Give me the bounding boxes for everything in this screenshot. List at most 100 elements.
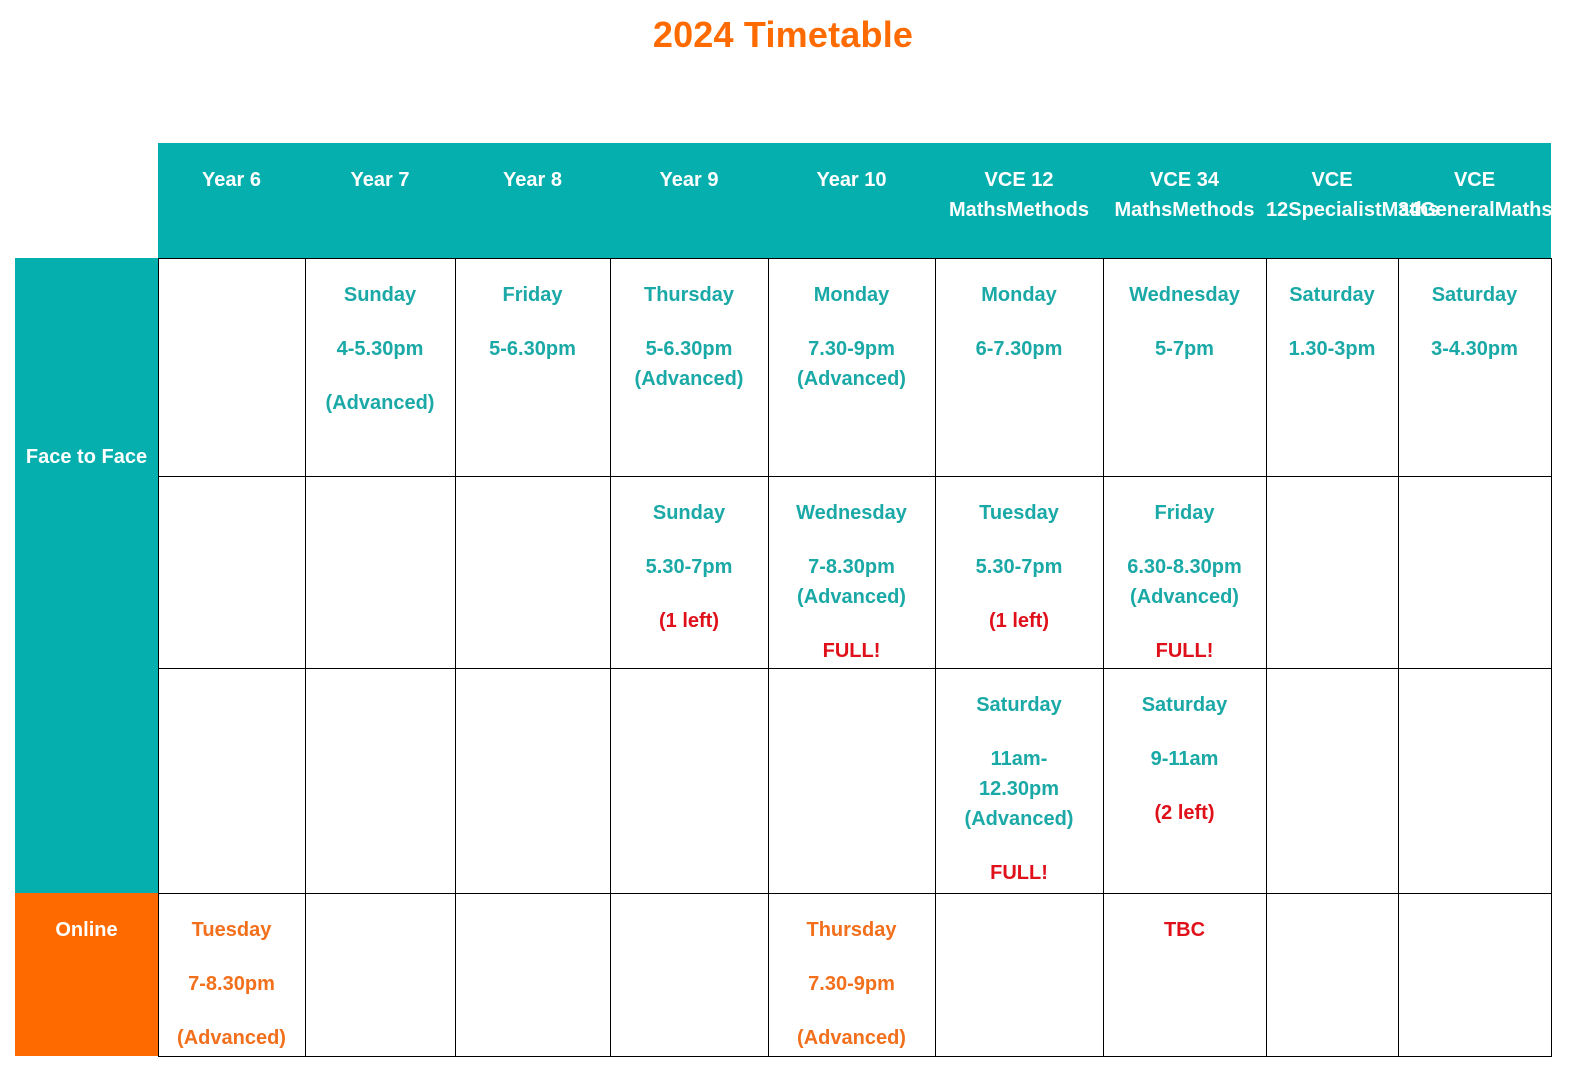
class-time: 11am-	[990, 748, 1048, 770]
empty-slot	[1398, 893, 1551, 1056]
class-day: Thursday	[806, 919, 897, 941]
empty-slot	[935, 893, 1103, 1056]
class-day: Tuesday	[979, 502, 1059, 524]
class-level: (Advanced)	[634, 368, 744, 390]
class-slot: Saturday 11am- 12.30pm (Advanced) FULL!	[935, 668, 1103, 893]
column-header: VCE 34 MathsMethods	[1103, 143, 1266, 258]
class-day: Friday	[502, 284, 563, 306]
class-time: 7.30-9pm	[808, 338, 895, 360]
column-header-line: Methods	[1006, 199, 1089, 221]
empty-slot	[158, 258, 305, 476]
class-day: Saturday	[1141, 694, 1228, 716]
section-label-line: Online	[55, 919, 118, 941]
availability-status: FULL!	[1155, 640, 1214, 662]
availability-status: TBC	[1163, 919, 1206, 941]
column-header-line: Maths	[1494, 199, 1553, 221]
empty-slot	[768, 668, 935, 893]
column-header: Year 6	[158, 143, 305, 258]
column-header-line: Methods	[1172, 199, 1255, 221]
class-time: 7-8.30pm	[188, 973, 275, 995]
availability-status: FULL!	[822, 640, 881, 662]
class-slot: Sunday 5.30-7pm (1 left)	[610, 476, 768, 668]
availability-status: FULL!	[990, 862, 1048, 884]
class-slot: Thursday 7.30-9pm (Advanced)	[768, 893, 935, 1056]
class-slot: Friday 6.30-8.30pm (Advanced) FULL!	[1103, 476, 1266, 668]
column-header-line: General	[1420, 199, 1495, 221]
availability-status: (1 left)	[989, 610, 1049, 632]
class-time: 7-8.30pm	[808, 556, 895, 578]
availability-status: (1 left)	[659, 610, 719, 632]
class-time: 12.30pm	[978, 778, 1060, 800]
class-time: 5.30-7pm	[645, 556, 733, 578]
empty-slot	[610, 893, 768, 1056]
empty-slot	[305, 893, 455, 1056]
empty-slot	[305, 476, 455, 668]
class-day: Wednesday	[796, 502, 907, 524]
class-slot: Tuesday 7-8.30pm (Advanced)	[158, 893, 305, 1056]
class-slot: Saturday 1.30-3pm	[1266, 258, 1398, 476]
page-title: 2024 Timetable	[652, 14, 914, 55]
empty-slot	[158, 668, 305, 893]
column-header-line: Year 9	[659, 169, 719, 191]
class-time: 6.30-8.30pm	[1127, 556, 1242, 578]
class-day: Sunday	[652, 502, 726, 524]
section-label-line: Face	[101, 446, 148, 468]
column-header-line: Specialist	[1288, 199, 1382, 221]
column-header: VCE 12 MathsMethods	[935, 143, 1103, 258]
class-time: 7.30-9pm	[808, 973, 895, 995]
column-header: VCE 12SpecialistMaths	[1266, 143, 1439, 258]
class-slot: Friday 5-6.30pm	[455, 258, 610, 476]
empty-slot	[455, 476, 610, 668]
empty-slot	[455, 893, 610, 1056]
empty-slot	[1266, 893, 1398, 1056]
column-header-line: Year 8	[503, 169, 562, 191]
column-header-line: Year 10	[816, 169, 887, 191]
class-slot: Monday 6-7.30pm	[935, 258, 1103, 476]
class-level: (Advanced)	[964, 808, 1074, 830]
class-time: 6-7.30pm	[975, 338, 1063, 360]
column-header: Year 7	[305, 143, 455, 258]
empty-slot	[610, 668, 768, 893]
empty-slot	[158, 476, 305, 668]
class-slot: Sunday 4-5.30pm (Advanced)	[305, 258, 455, 476]
class-slot: Saturday 3-4.30pm	[1398, 258, 1551, 476]
class-slot: Monday 7.30-9pm (Advanced)	[768, 258, 935, 476]
class-level: (Advanced)	[1130, 586, 1239, 608]
class-day: Tuesday	[191, 919, 272, 941]
class-time: 3-4.30pm	[1431, 338, 1518, 360]
class-level: (Advanced)	[797, 368, 906, 390]
column-header-line: Year 7	[350, 169, 410, 191]
class-day: Sunday	[343, 284, 417, 306]
class-day: Saturday	[976, 694, 1062, 716]
section-label-line: Face to	[25, 446, 96, 468]
class-time: 5-7pm	[1155, 338, 1214, 360]
class-day: Monday	[981, 284, 1057, 306]
class-time: 4-5.30pm	[336, 338, 424, 360]
class-slot: Saturday 9-11am (2 left)	[1103, 668, 1266, 893]
class-level: (Advanced)	[177, 1027, 286, 1049]
class-time: 5-6.30pm	[489, 338, 576, 360]
class-day: Saturday	[1431, 284, 1518, 306]
empty-slot	[1398, 476, 1551, 668]
class-slot: Wednesday 5-7pm	[1103, 258, 1266, 476]
class-slot: Tuesday 5.30-7pm (1 left)	[935, 476, 1103, 668]
class-slot: Thursday 5-6.30pm (Advanced)	[610, 258, 768, 476]
class-day: Friday	[1154, 502, 1215, 524]
class-time: 5.30-7pm	[975, 556, 1063, 578]
